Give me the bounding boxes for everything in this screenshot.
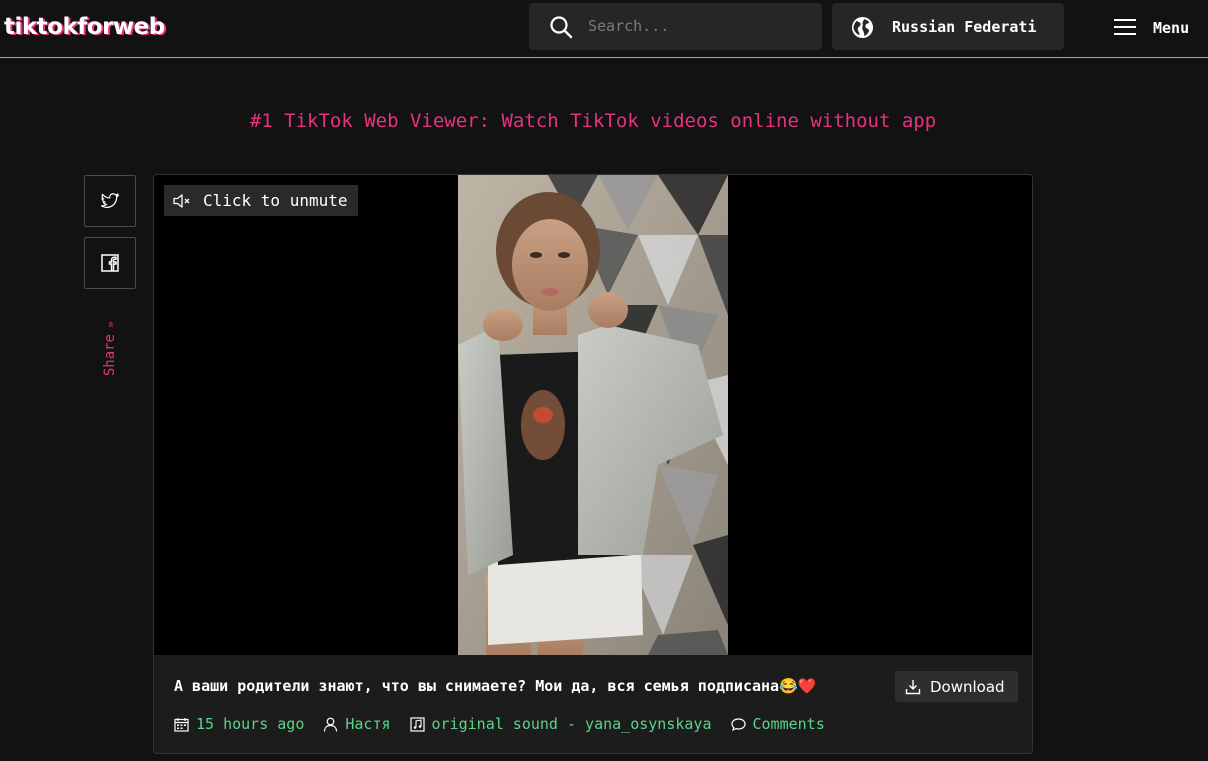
share-chevron: »	[103, 321, 117, 328]
video-player[interactable]: Click to unmute	[154, 175, 1032, 655]
facebook-icon	[101, 254, 119, 272]
download-icon	[905, 679, 921, 694]
user-icon	[324, 717, 338, 732]
muted-speaker-icon	[173, 193, 190, 208]
meta-comments[interactable]: Comments	[730, 715, 825, 733]
meta-time-text: 15 hours ago	[196, 715, 305, 733]
region-selector-button[interactable]: Russian Federati	[832, 3, 1064, 50]
unmute-button[interactable]: Click to unmute	[164, 185, 358, 216]
meta-sound-text[interactable]: original sound - yana_osynskaya	[432, 715, 712, 733]
calendar-icon	[174, 717, 189, 732]
video-caption: А ваши родители знают, что вы снимаете? …	[174, 677, 817, 695]
menu-button[interactable]: Menu	[1108, 10, 1208, 46]
menu-label: Menu	[1153, 19, 1190, 37]
unmute-label: Click to unmute	[203, 191, 348, 210]
download-button[interactable]: Download	[895, 671, 1018, 702]
share-facebook-button[interactable]	[84, 237, 136, 289]
share-twitter-button[interactable]	[84, 175, 136, 227]
search-box[interactable]	[529, 3, 822, 50]
meta-author[interactable]: Настя	[323, 715, 391, 733]
meta-comments-text[interactable]: Comments	[753, 715, 825, 733]
page-headline: #1 TikTok Web Viewer: Watch TikTok video…	[249, 110, 937, 132]
music-note-icon	[409, 716, 425, 732]
site-header: tiktokforweb Russian Federati Menu	[0, 0, 1208, 58]
download-label: Download	[930, 677, 1005, 696]
site-logo[interactable]: tiktokforweb	[4, 14, 165, 40]
video-meta: 15 hours ago Настя original sound - yana…	[174, 714, 844, 734]
hamburger-menu-icon	[1114, 19, 1136, 35]
region-label: Russian Federati	[892, 18, 1037, 36]
meta-author-text[interactable]: Настя	[345, 715, 390, 733]
video-thumbnail	[458, 175, 728, 655]
share-text: Share	[102, 334, 118, 377]
comment-icon	[730, 717, 746, 731]
meta-time: 15 hours ago	[174, 715, 304, 733]
search-input[interactable]	[588, 11, 808, 41]
twitter-icon	[101, 193, 119, 208]
share-label: » Share	[100, 318, 120, 388]
meta-sound[interactable]: original sound - yana_osynskaya	[409, 715, 712, 733]
video-card: Click to unmute А ваши родители знают, ч…	[153, 174, 1033, 754]
search-icon[interactable]	[549, 15, 573, 39]
globe-icon	[851, 16, 874, 39]
